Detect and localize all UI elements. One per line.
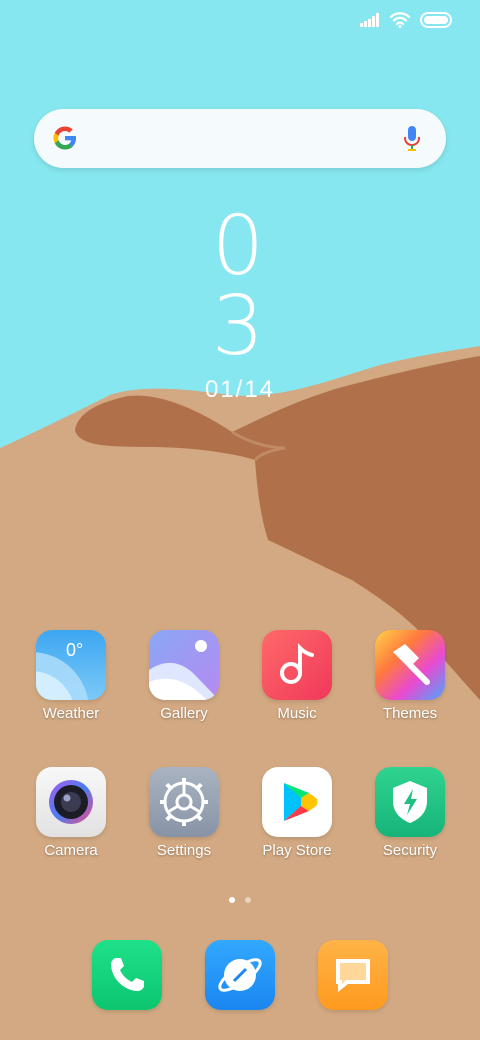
app-play-store[interactable]: Play Store bbox=[247, 767, 347, 860]
app-label: Music bbox=[277, 705, 317, 722]
app-settings[interactable]: Settings bbox=[134, 767, 234, 860]
page-dot-1[interactable] bbox=[229, 897, 235, 903]
weather-temp-badge: 0° bbox=[66, 640, 84, 660]
signal-icon bbox=[360, 13, 380, 27]
app-label: Settings bbox=[156, 842, 212, 859]
gallery-icon[interactable] bbox=[149, 630, 219, 700]
play-store-icon[interactable] bbox=[262, 767, 332, 837]
app-weather[interactable]: 0° Weather bbox=[21, 630, 121, 723]
search-bar[interactable] bbox=[34, 109, 446, 168]
app-label: Play Store bbox=[262, 842, 332, 859]
microphone-icon[interactable] bbox=[400, 123, 424, 155]
wifi-icon bbox=[390, 12, 410, 28]
clock-date[interactable]: 01/14 bbox=[0, 376, 480, 404]
clock-hours[interactable]: 0 bbox=[0, 206, 480, 288]
music-icon[interactable] bbox=[262, 630, 332, 700]
app-label: Security bbox=[382, 842, 438, 859]
browser-icon[interactable] bbox=[205, 940, 275, 1010]
camera-icon[interactable] bbox=[36, 767, 106, 837]
battery-icon bbox=[420, 12, 452, 28]
app-themes[interactable]: Themes bbox=[360, 630, 460, 723]
app-music[interactable]: Music bbox=[247, 630, 347, 723]
settings-icon[interactable] bbox=[149, 767, 219, 837]
security-icon[interactable] bbox=[375, 767, 445, 837]
app-security[interactable]: Security bbox=[360, 767, 460, 860]
app-gallery[interactable]: Gallery bbox=[134, 630, 234, 723]
app-label: Camera bbox=[44, 842, 98, 859]
status-bar bbox=[0, 0, 480, 42]
messages-icon[interactable] bbox=[318, 940, 388, 1010]
page-dot-2[interactable] bbox=[245, 897, 251, 903]
google-logo-icon bbox=[50, 123, 80, 153]
app-label: Themes bbox=[382, 705, 438, 722]
phone-icon[interactable] bbox=[92, 940, 162, 1010]
themes-icon[interactable] bbox=[375, 630, 445, 700]
app-label: Weather bbox=[42, 705, 100, 722]
weather-icon[interactable]: 0° bbox=[36, 630, 106, 700]
app-label: Gallery bbox=[160, 705, 208, 722]
dock bbox=[0, 940, 480, 1010]
app-camera[interactable]: Camera bbox=[21, 767, 121, 860]
clock-minutes[interactable]: 3 bbox=[0, 286, 480, 368]
page-indicator[interactable] bbox=[0, 897, 480, 903]
